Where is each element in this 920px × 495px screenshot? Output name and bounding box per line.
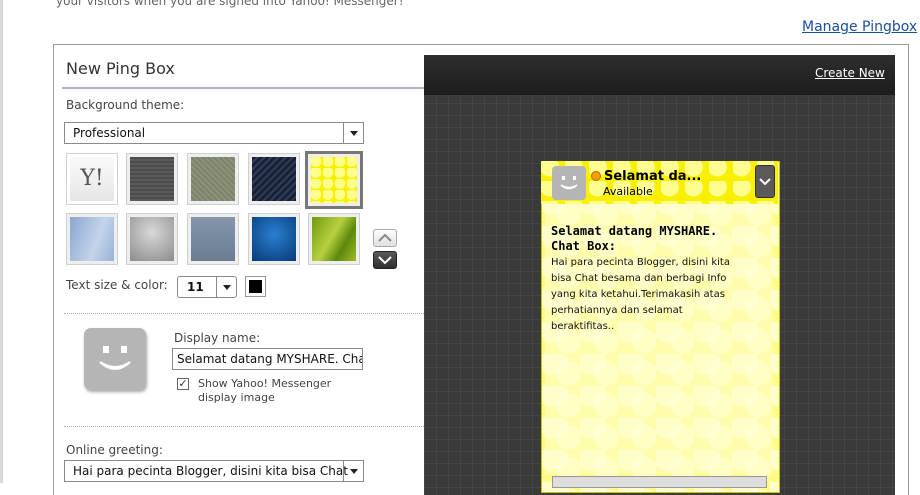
pingbox-title: Selamat datang MYSHARE. Chat Box: <box>551 224 761 254</box>
left-edge-line <box>0 0 3 483</box>
chevron-down-icon <box>759 178 771 186</box>
yahoo-logo-icon: Y! <box>70 157 114 201</box>
theme-swatch-khaki[interactable] <box>187 153 239 205</box>
text-size-select[interactable]: 11 <box>177 276 237 298</box>
theme-select[interactable]: Professional <box>64 122 364 144</box>
status-available-icon <box>591 171 601 181</box>
section-divider <box>64 313 424 314</box>
theme-swatch-yellow-selected[interactable] <box>305 151 363 209</box>
pingbox-menu-button[interactable] <box>755 165 775 198</box>
chevron-down-icon <box>216 277 236 297</box>
show-image-checkbox[interactable]: ✓ <box>177 378 189 390</box>
text-size-color-label: Text size & color: <box>66 278 168 292</box>
online-greeting-value: Hai para pecinta Blogger, disini kita bi… <box>73 464 348 478</box>
intro-text: your visitors when you are signed into Y… <box>56 0 404 8</box>
avatar <box>84 328 146 390</box>
theme-swatch-light-blue[interactable] <box>66 213 118 265</box>
theme-swatch-dark-gray[interactable] <box>126 153 178 205</box>
theme-swatch-slate[interactable] <box>187 213 239 265</box>
chevron-up-icon <box>378 233 392 242</box>
pingbox-avatar <box>552 166 586 200</box>
chevron-down-icon <box>343 461 363 481</box>
text-color-picker[interactable] <box>245 276 266 297</box>
show-image-label: Show Yahoo! Messenger display image <box>198 377 331 405</box>
show-image-label-line1: Show Yahoo! Messenger <box>198 377 332 390</box>
color-swatch <box>249 280 262 293</box>
pingbox-title-line2: Chat Box: <box>551 239 617 253</box>
chevron-down-icon <box>378 256 392 265</box>
pingbox-display-name: Selamat da... <box>604 169 702 184</box>
theme-swatch-navy-stripes[interactable] <box>248 153 300 205</box>
theme-swatch-green[interactable] <box>308 213 360 265</box>
pingbox-greeting: Hai para pecinta Blogger, disini kita bi… <box>551 257 730 332</box>
theme-swatch-blue[interactable] <box>248 213 300 265</box>
text-size-value: 11 <box>187 280 204 294</box>
themes-scroll-down-button[interactable] <box>373 251 397 269</box>
display-name-input[interactable]: Selamat datang MYSHARE. Chat <box>172 348 363 370</box>
theme-select-value: Professional <box>73 126 146 140</box>
display-name-label: Display name: <box>174 331 261 345</box>
smiley-icon <box>560 176 578 190</box>
title-divider <box>62 87 424 89</box>
online-greeting-label: Online greeting: <box>66 443 163 457</box>
panel-title: New Ping Box <box>66 59 175 78</box>
online-greeting-select[interactable]: Hai para pecinta Blogger, disini kita bi… <box>64 460 364 482</box>
theme-swatch-silver[interactable] <box>126 213 178 265</box>
themes-scroll-up-button[interactable] <box>373 229 397 247</box>
pingbox-title-line1: Selamat datang MYSHARE. <box>551 224 718 238</box>
pingbox-status: Available <box>603 185 653 198</box>
smiley-icon <box>99 346 131 370</box>
background-theme-label: Background theme: <box>66 98 185 112</box>
manage-pingbox-link[interactable]: Manage Pingbox <box>802 19 917 35</box>
theme-swatch-yahoo[interactable]: Y! <box>66 153 118 205</box>
chevron-down-icon <box>343 123 363 143</box>
create-new-link[interactable]: Create New <box>815 66 885 80</box>
pingbox-message-input[interactable] <box>552 476 767 488</box>
show-image-label-line2: display image <box>198 391 275 404</box>
section-divider <box>64 426 424 427</box>
